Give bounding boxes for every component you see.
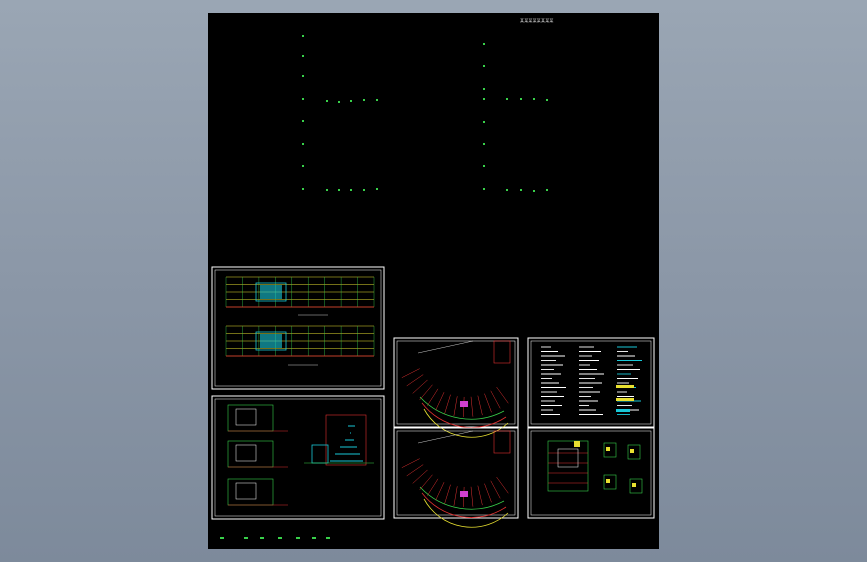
drawing-panel-elevations — [211, 266, 385, 390]
drawing-panel-design-notes — [527, 337, 655, 428]
drawing-panel-sections — [211, 395, 385, 520]
drawing-title: 某某某某某某某某 — [520, 18, 554, 23]
drawing-panel-curved-plan-lower — [393, 427, 519, 528]
drawing-panel-details — [527, 427, 655, 519]
layout-grid-markers — [302, 35, 548, 192]
sheet-footer-marks — [220, 537, 330, 539]
cad-drawing-sheet[interactable]: 某某某某某某某某 — [208, 13, 659, 549]
drawing-panel-curved-plan-upper — [393, 337, 519, 438]
cad-drawing-canvas[interactable] — [208, 13, 659, 549]
